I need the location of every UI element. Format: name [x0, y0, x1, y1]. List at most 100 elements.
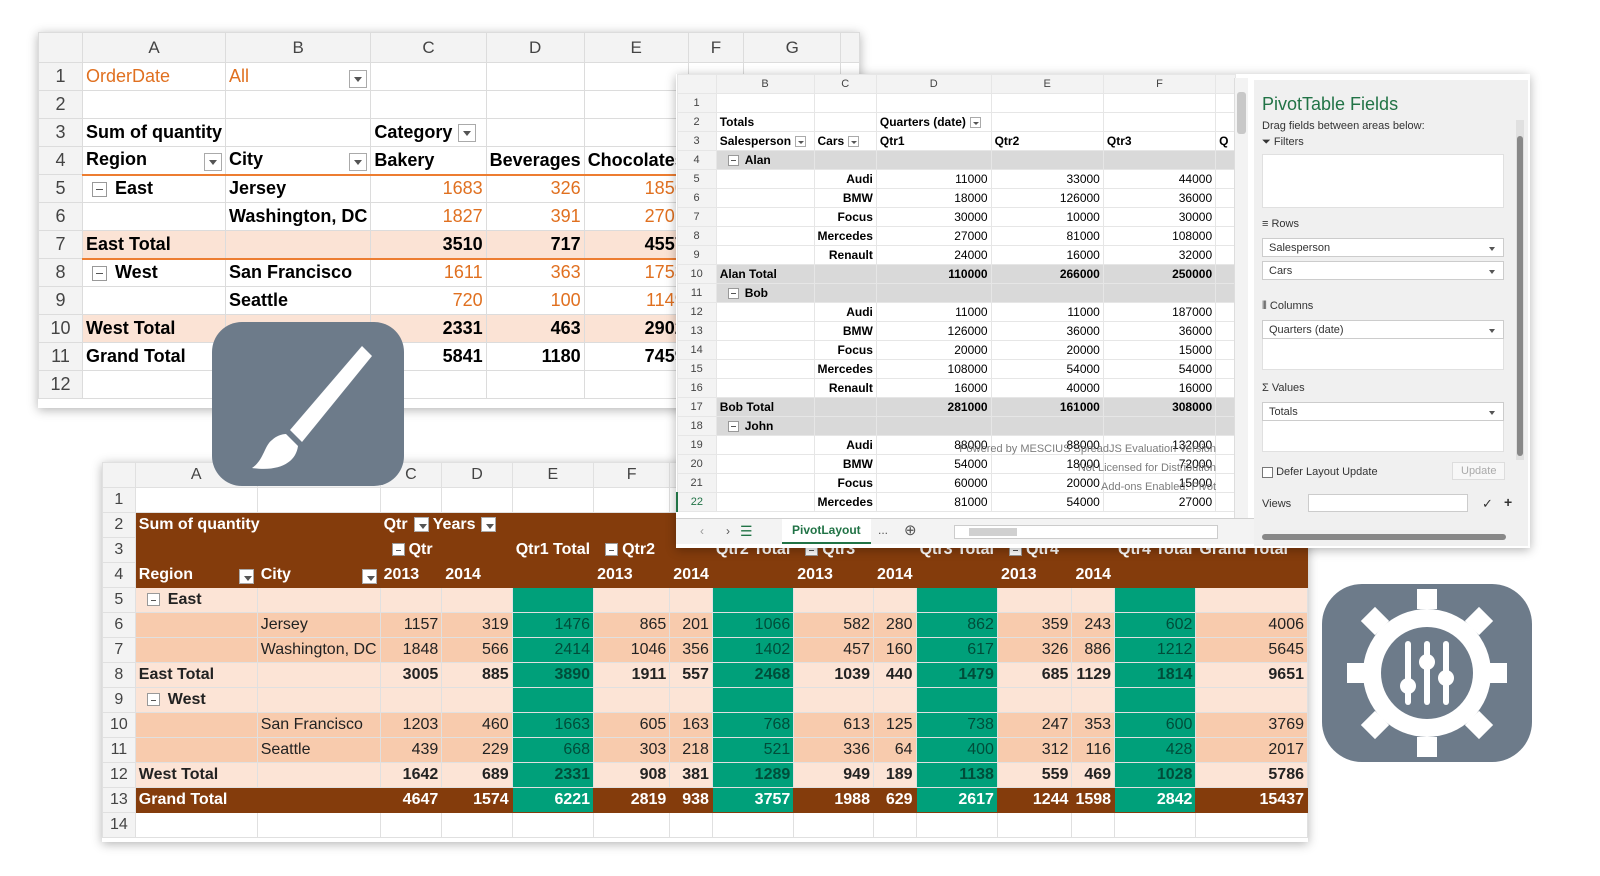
collapse-icon[interactable] [146, 593, 160, 607]
region-cell[interactable]: West [82, 257, 227, 287]
salesperson-cell[interactable]: Alan [715, 150, 815, 170]
views-select[interactable] [1308, 494, 1468, 512]
add-sheet-icon[interactable]: ⊕ [904, 521, 917, 539]
value-cell: 319 [441, 612, 513, 638]
years-dropdown-icon[interactable] [481, 517, 497, 533]
column-header[interactable]: B [225, 32, 372, 63]
column-header[interactable] [840, 32, 860, 63]
quarter-header[interactable]: Qtr2 [593, 537, 671, 563]
tab-next-icon[interactable]: › [726, 524, 730, 538]
city-dropdown-icon[interactable] [349, 153, 368, 172]
collapse-icon[interactable] [391, 543, 405, 557]
quarters-dropdown-icon[interactable] [969, 117, 981, 129]
select-all-corner[interactable] [37, 32, 84, 63]
collapse-icon[interactable] [727, 421, 739, 433]
region-cell[interactable]: East [134, 587, 258, 613]
salesperson-cell[interactable]: John [715, 416, 815, 436]
filter-dropdown-icon[interactable] [349, 69, 368, 88]
row-number: 5 [37, 174, 84, 203]
qtr-years-filters[interactable]: Qtr Years [379, 512, 513, 538]
update-button[interactable]: Update [1452, 462, 1506, 480]
city-header[interactable]: City [256, 562, 381, 588]
sheet-list-icon[interactable]: ☰ [740, 523, 753, 540]
panel-h-scrollbar[interactable] [1262, 534, 1506, 540]
value-cell: 521 [711, 737, 795, 763]
value-cell: 2842 [1114, 787, 1197, 813]
panel-scroll-thumb[interactable] [1517, 136, 1523, 456]
salesperson-dropdown-icon[interactable] [795, 136, 807, 148]
column-header[interactable]: F [1102, 74, 1217, 94]
select-all-corner[interactable] [102, 462, 136, 488]
column-header[interactable]: G [743, 32, 842, 63]
row-field-cars[interactable]: Cars [1262, 261, 1504, 280]
region-cell[interactable] [82, 202, 227, 231]
region-cell[interactable] [82, 286, 227, 315]
category-dropdown-icon[interactable] [458, 124, 477, 143]
column-header[interactable] [1215, 74, 1236, 94]
region-header[interactable]: Region [82, 146, 227, 175]
column-header[interactable]: F [687, 32, 745, 63]
cell [379, 587, 443, 613]
col-field-quarters[interactable]: Quarters (date) [1262, 320, 1504, 339]
val-field-totals[interactable]: Totals [1262, 402, 1504, 421]
region-dropdown-icon[interactable] [238, 569, 254, 584]
columns-text: Columns [1269, 300, 1314, 312]
collapse-icon[interactable] [727, 288, 739, 300]
filters-area[interactable] [1262, 154, 1504, 208]
collapse-icon[interactable] [92, 266, 108, 281]
region-cell[interactable]: West [134, 687, 258, 713]
panel-scrollbar[interactable] [1516, 120, 1524, 460]
salesperson-header[interactable]: Salesperson [715, 131, 815, 151]
cell [134, 637, 258, 663]
cars-header[interactable]: Cars [813, 131, 877, 151]
column-header[interactable]: F [593, 462, 671, 488]
tab-prev-icon[interactable]: ‹ [700, 524, 704, 538]
filter-value-cell[interactable]: All [225, 62, 372, 91]
column-header[interactable]: D [875, 74, 992, 94]
region-cell[interactable]: East [82, 173, 227, 203]
city-header[interactable]: City [225, 146, 372, 175]
horizontal-scrollbar[interactable] [954, 525, 1218, 539]
collapse-icon[interactable] [146, 693, 160, 707]
cell [1114, 687, 1197, 713]
cell [379, 687, 443, 713]
quarter-header[interactable]: Qtr1 Total [511, 537, 595, 563]
column-header[interactable]: E [583, 32, 689, 63]
collapse-icon[interactable] [92, 182, 108, 197]
column-header[interactable]: B [715, 74, 815, 94]
city-dropdown-icon[interactable] [361, 569, 377, 584]
region-dropdown-icon[interactable] [204, 153, 223, 172]
cars-dropdown-icon[interactable] [848, 136, 860, 148]
qtr-dropdown-icon[interactable] [413, 517, 429, 533]
value-cell: 566 [441, 637, 513, 663]
quarter-header[interactable] [441, 537, 513, 563]
row-field-salesperson[interactable]: Salesperson [1262, 238, 1504, 257]
cell [593, 487, 671, 513]
column-header[interactable]: D [441, 462, 513, 488]
car-cell: Audi [813, 169, 877, 189]
scroll-thumb[interactable] [1237, 92, 1246, 134]
column-header[interactable]: E [511, 462, 595, 488]
column-header[interactable]: E [990, 74, 1104, 94]
sheet-tab-pivotlayout[interactable]: PivotLayout [782, 519, 871, 544]
add-view-icon[interactable]: + [1504, 494, 1512, 510]
select-all-corner[interactable] [676, 74, 717, 94]
tab-more-button[interactable]: ... [878, 523, 888, 537]
column-header[interactable]: C [370, 32, 487, 63]
cell [134, 812, 258, 838]
quarter-header[interactable]: Qtr [379, 537, 443, 563]
paintbrush-icon [212, 322, 404, 486]
category-header[interactable]: Category [370, 118, 487, 147]
column-header[interactable]: C [813, 74, 877, 94]
check-icon[interactable]: ✓ [1482, 496, 1493, 512]
region-header[interactable]: Region [134, 562, 258, 588]
h-scroll-thumb[interactable] [969, 528, 1017, 536]
column-header[interactable]: A [82, 32, 227, 63]
salesperson-cell[interactable]: Bob [715, 283, 815, 303]
quarters-header[interactable]: Quarters (date) [875, 112, 992, 132]
vertical-scrollbar[interactable] [1234, 78, 1248, 518]
collapse-icon[interactable] [727, 155, 739, 167]
defer-checkbox[interactable] [1262, 466, 1273, 478]
collapse-icon[interactable] [605, 543, 619, 557]
column-header[interactable]: D [485, 32, 585, 63]
